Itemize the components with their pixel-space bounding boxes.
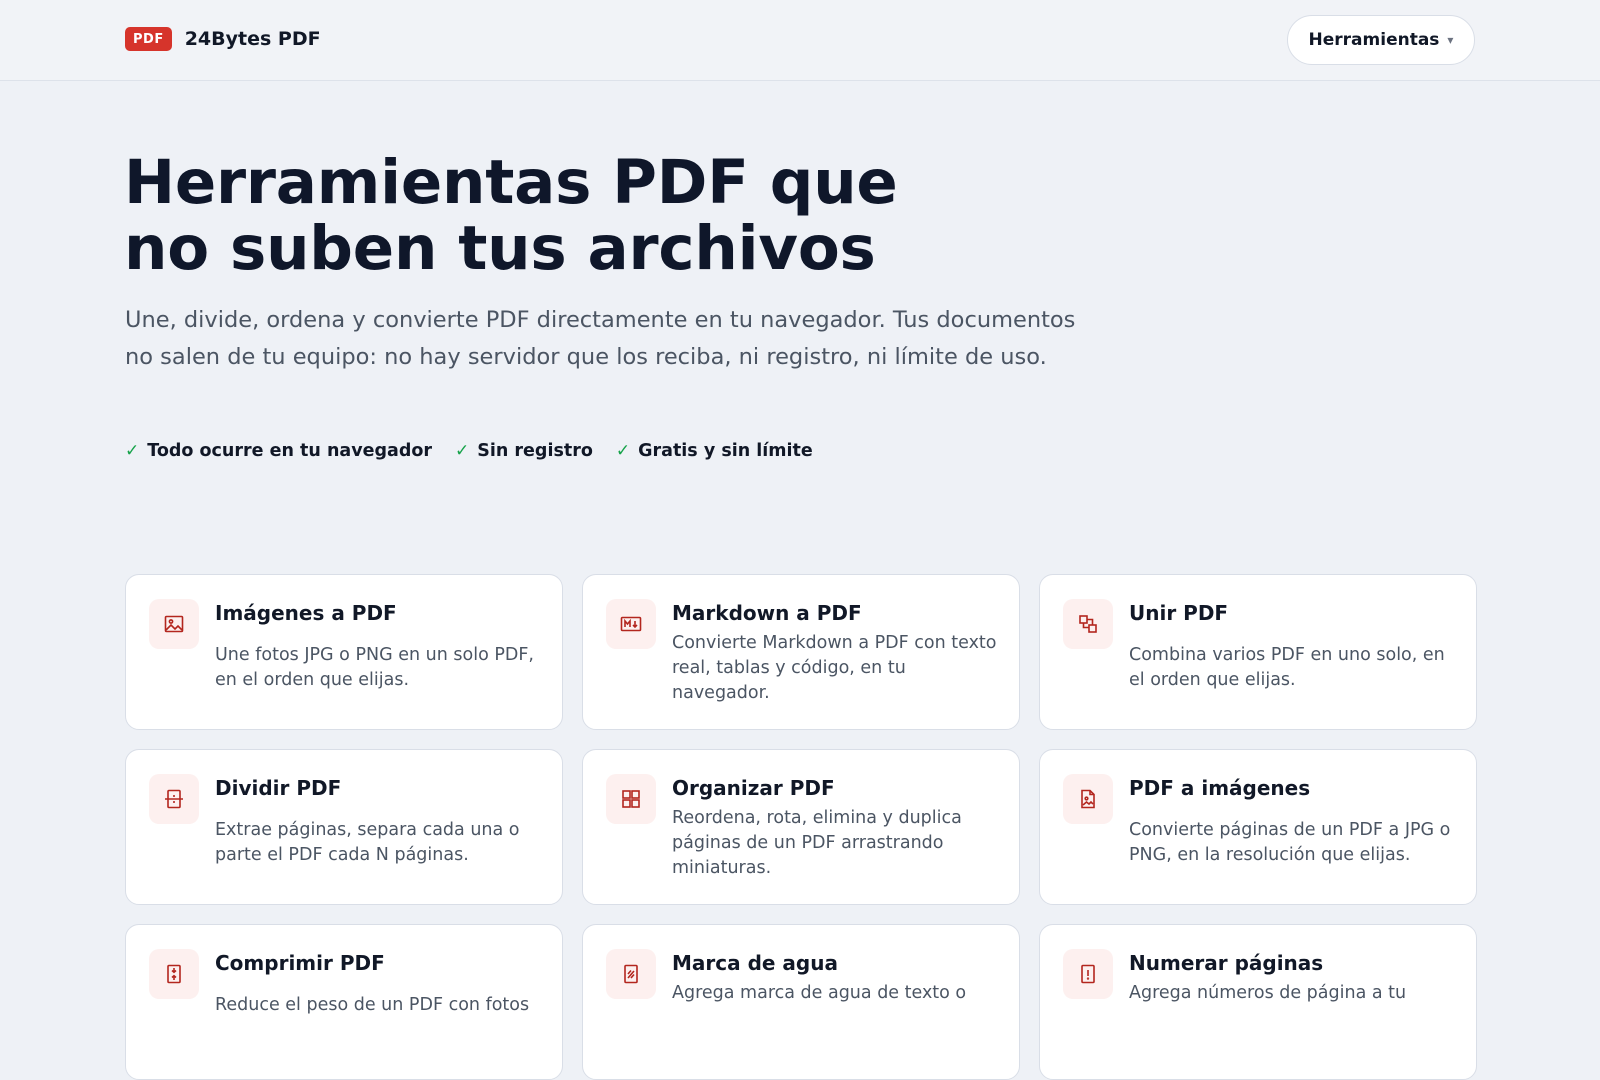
perk-label: Todo ocurre en tu navegador: [147, 441, 433, 461]
chevron-down-icon: ▾: [1447, 33, 1454, 47]
page-title: Herramientas PDF que no suben tus archiv…: [124, 150, 1024, 282]
tool-description: Extrae páginas, separa cada una o parte …: [215, 820, 520, 865]
perks-list: ✓ Todo ocurre en tu navegador ✓ Sin regi…: [125, 441, 813, 461]
tool-description: Agrega marca de agua de texto o: [672, 983, 967, 1003]
merge-icon: [1063, 599, 1113, 649]
top-navigation-bar: PDF 24Bytes PDF Herramientas ▾: [0, 0, 1600, 81]
tool-card-images-to-pdf[interactable]: Imágenes a PDF Une fotos JPG o PNG en un…: [125, 574, 563, 730]
tool-card-watermark[interactable]: Marca de agua Agrega marca de agua de te…: [582, 924, 1020, 1080]
page-title-line-2: no suben tus archivos: [124, 213, 876, 284]
split-icon: [149, 774, 199, 824]
tool-card-page-numbers[interactable]: Numerar páginas Agrega números de página…: [1039, 924, 1477, 1080]
tool-title: Unir PDF: [1129, 601, 1229, 625]
tool-title: PDF a imágenes: [1129, 776, 1311, 800]
page-number-icon: [1063, 949, 1113, 999]
tool-description: Agrega números de página a tu: [1129, 983, 1407, 1003]
tool-card-compress-pdf[interactable]: Comprimir PDF Reduce el peso de un PDF c…: [125, 924, 563, 1080]
tool-card-split-pdf[interactable]: Dividir PDF Extrae páginas, separa cada …: [125, 749, 563, 905]
markdown-icon: [606, 599, 656, 649]
tool-description: Combina varios PDF en uno solo, en el or…: [1129, 645, 1445, 690]
hero-subtitle: Une, divide, ordena y convierte PDF dire…: [125, 307, 1076, 370]
tool-title: Comprimir PDF: [215, 951, 385, 975]
tool-title: Imágenes a PDF: [215, 601, 397, 625]
tool-description: Convierte Markdown a PDF con texto real,…: [672, 633, 997, 703]
perk-label: Sin registro: [477, 441, 593, 461]
tool-title: Markdown a PDF: [672, 601, 862, 625]
check-icon: ✓: [455, 441, 470, 461]
check-icon: ✓: [125, 441, 140, 461]
tool-title: Marca de agua: [672, 951, 838, 975]
tool-card-organize-pdf[interactable]: Organizar PDF Reordena, rota, elimina y …: [582, 749, 1020, 905]
compress-icon: [149, 949, 199, 999]
tools-menu-label: Herramientas: [1308, 30, 1440, 50]
tool-title: Numerar páginas: [1129, 951, 1324, 975]
tool-description: Une fotos JPG o PNG en un solo PDF, en e…: [215, 645, 534, 690]
tool-description: Reordena, rota, elimina y duplica página…: [672, 808, 962, 878]
perk-no-signup: ✓ Sin registro: [455, 441, 593, 461]
tool-description: Reduce el peso de un PDF con fotos: [215, 995, 530, 1015]
page-title-line-1: Herramientas PDF que: [124, 147, 898, 218]
tool-title: Dividir PDF: [215, 776, 342, 800]
check-icon: ✓: [615, 441, 631, 461]
perk-browser: ✓ Todo ocurre en tu navegador: [125, 441, 432, 461]
tool-card-merge-pdf[interactable]: Unir PDF Combina varios PDF en uno solo,…: [1039, 574, 1477, 730]
tool-title: Organizar PDF: [672, 776, 835, 800]
image-icon: [149, 599, 199, 649]
file-image-icon: [1063, 774, 1113, 824]
brand-logo[interactable]: PDF 24Bytes PDF: [125, 27, 321, 51]
perk-label: Gratis y sin límite: [638, 441, 813, 461]
tool-card-pdf-to-images[interactable]: PDF a imágenes Convierte páginas de un P…: [1039, 749, 1477, 905]
tool-card-markdown-to-pdf[interactable]: Markdown a PDF Convierte Markdown a PDF …: [582, 574, 1020, 730]
tools-menu-button[interactable]: Herramientas ▾: [1287, 15, 1475, 65]
tool-description: Convierte páginas de un PDF a JPG o PNG,…: [1129, 820, 1451, 865]
pdf-badge: PDF: [125, 27, 172, 51]
watermark-icon: [606, 949, 656, 999]
brand-name: 24Bytes PDF: [184, 28, 321, 50]
perk-free: ✓ Gratis y sin límite: [616, 441, 813, 461]
tools-grid: Imágenes a PDF Une fotos JPG o PNG en un…: [125, 574, 1477, 1080]
grid-icon: [606, 774, 656, 824]
